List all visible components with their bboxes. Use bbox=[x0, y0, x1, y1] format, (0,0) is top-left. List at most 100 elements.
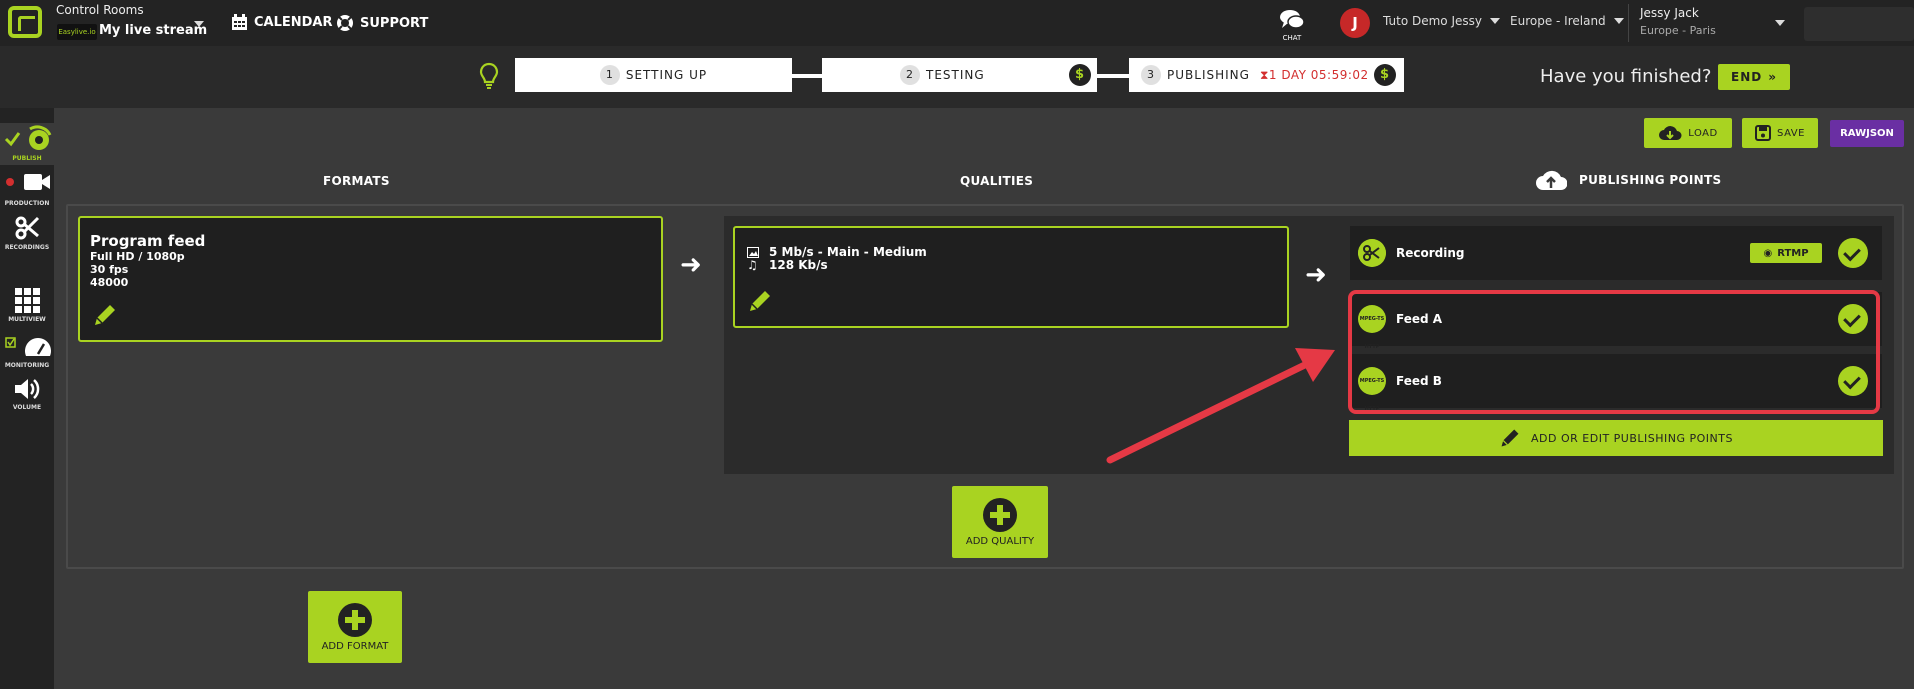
qualities-heading: QUALITIES bbox=[960, 174, 1034, 188]
step-publishing[interactable]: 3 PUBLISHING ⧗1 DAY 05:59:02 $ bbox=[1129, 58, 1404, 92]
format-audio-rate: 48000 bbox=[90, 276, 129, 289]
blurred-area bbox=[1804, 7, 1914, 41]
avatar[interactable]: J bbox=[1340, 8, 1370, 38]
user-dropdown-icon[interactable] bbox=[1775, 20, 1785, 26]
step-setting-up[interactable]: 1 SETTING UP bbox=[515, 58, 792, 92]
chat-icon bbox=[1280, 10, 1305, 29]
publishing-point-label: Recording bbox=[1396, 246, 1465, 260]
check-icon[interactable] bbox=[1838, 238, 1868, 268]
eye-icon: ◉ bbox=[1763, 247, 1773, 259]
chevron-down-icon bbox=[1613, 18, 1624, 24]
calendar-label: CALENDAR bbox=[254, 15, 333, 30]
lifebuoy-icon bbox=[337, 15, 353, 31]
add-edit-publishing-points-button[interactable]: ADD OR EDIT PUBLISHING POINTS bbox=[1349, 420, 1883, 456]
edit-pencil-icon[interactable] bbox=[747, 288, 773, 314]
sidebar-item-recordings[interactable]: RECORDINGS bbox=[0, 214, 54, 254]
stream-dropdown-icon[interactable] bbox=[194, 21, 204, 27]
user-timezone: Europe - Paris bbox=[1640, 24, 1716, 37]
step-number: 3 bbox=[1141, 65, 1161, 85]
top-bar: Control Rooms Easylive.io My live stream… bbox=[0, 0, 1914, 46]
step-label: SETTING UP bbox=[625, 68, 708, 82]
plus-circle-icon bbox=[983, 498, 1017, 532]
support-label: SUPPORT bbox=[360, 15, 429, 31]
rtmp-label: RTMP bbox=[1777, 247, 1809, 259]
scissors-icon bbox=[1358, 239, 1386, 267]
quality-audio: 128 Kb/s bbox=[769, 258, 828, 272]
publish-icon bbox=[4, 125, 52, 150]
step-number: 2 bbox=[900, 65, 920, 85]
rtmp-badge[interactable]: ◉ RTMP bbox=[1750, 243, 1822, 263]
load-button[interactable]: LOAD bbox=[1644, 118, 1732, 148]
step-number: 1 bbox=[599, 65, 620, 85]
lightbulb-icon[interactable] bbox=[479, 62, 499, 90]
dollar-icon: $ bbox=[1374, 64, 1396, 86]
steps-bar: 1 SETTING UP 2 TESTING $ 3 PUBLISHING ⧗1… bbox=[0, 46, 1914, 108]
quality-card[interactable]: 5 Mb/s - Main - Medium ♫ 128 Kb/s bbox=[733, 226, 1289, 328]
sidebar-item-multiview[interactable]: MULTIVIEW bbox=[0, 286, 54, 326]
chevron-down-icon bbox=[1489, 18, 1500, 24]
format-resolution: Full HD / 1080p bbox=[90, 250, 185, 263]
add-format-button[interactable]: ADD FORMAT bbox=[308, 591, 402, 663]
grid-icon bbox=[15, 288, 40, 313]
step-testing[interactable]: 2 TESTING $ bbox=[822, 58, 1097, 92]
step-connector bbox=[792, 74, 822, 78]
save-icon bbox=[1755, 125, 1772, 141]
add-edit-label: ADD OR EDIT PUBLISHING POINTS bbox=[1531, 431, 1733, 445]
step-label: TESTING bbox=[926, 68, 985, 82]
sidebar-label: MULTIVIEW bbox=[8, 316, 46, 323]
format-card[interactable]: Program feed Full HD / 1080p 30 fps 4800… bbox=[78, 216, 663, 342]
hourglass-icon: ⧗ bbox=[1259, 67, 1269, 82]
account-select[interactable]: Tuto Demo Jessy bbox=[1383, 14, 1500, 28]
volume-icon bbox=[15, 379, 40, 399]
end-label: END bbox=[1731, 70, 1763, 84]
arrow-right-icon: ➜ bbox=[1305, 260, 1327, 290]
calendar-link[interactable]: CALENDAR bbox=[231, 14, 333, 31]
cloud-download-icon bbox=[1659, 126, 1682, 140]
support-link[interactable]: SUPPORT bbox=[336, 14, 428, 32]
left-sidebar: PUBLISH PRODUCTION RECORDINGS MULTIVIEW … bbox=[0, 108, 54, 689]
step-label: PUBLISHING bbox=[1167, 68, 1250, 82]
finished-question: Have you finished? bbox=[1540, 66, 1712, 87]
publishing-points-heading: PUBLISHING POINTS bbox=[1535, 168, 1721, 192]
double-chevron-right-icon: » bbox=[1768, 70, 1777, 84]
format-title: Program feed bbox=[90, 232, 206, 250]
brand-logo: Easylive.io bbox=[57, 24, 97, 40]
quality-audio-line: ♫ 128 Kb/s bbox=[747, 259, 1275, 272]
app-logo-icon[interactable] bbox=[8, 6, 42, 38]
chat-button[interactable]: CHAT bbox=[1278, 8, 1306, 42]
sidebar-item-production[interactable]: PRODUCTION bbox=[0, 170, 54, 210]
rawjson-button[interactable]: RAWJSON bbox=[1830, 120, 1904, 147]
sidebar-item-publish[interactable]: PUBLISH bbox=[0, 123, 54, 165]
cloud-upload-icon bbox=[1536, 170, 1567, 190]
sidebar-item-monitoring[interactable]: MONITORING bbox=[0, 332, 54, 372]
add-quality-label: ADD QUALITY bbox=[965, 536, 1035, 547]
region-select[interactable]: Europe - Ireland bbox=[1510, 14, 1624, 28]
music-icon: ♫ bbox=[747, 258, 758, 272]
divider bbox=[1628, 4, 1629, 42]
publishing-timer: ⧗1 DAY 05:59:02 bbox=[1260, 68, 1369, 83]
end-button[interactable]: END » bbox=[1718, 64, 1790, 90]
stream-name[interactable]: My live stream bbox=[99, 23, 207, 38]
plus-circle-icon bbox=[338, 603, 372, 637]
save-button[interactable]: SAVE bbox=[1742, 118, 1818, 148]
sidebar-label: PRODUCTION bbox=[4, 200, 50, 207]
sidebar-item-volume[interactable]: VOLUME bbox=[0, 376, 54, 416]
video-camera-icon bbox=[6, 174, 50, 190]
timer-value: 1 DAY 05:59:02 bbox=[1268, 67, 1369, 82]
add-format-label: ADD FORMAT bbox=[321, 641, 389, 652]
publishing-points-label: PUBLISHING POINTS bbox=[1579, 173, 1722, 187]
publishing-point-recording[interactable]: Recording ◉ RTMP bbox=[1350, 226, 1882, 280]
sidebar-label: PUBLISH bbox=[12, 155, 42, 162]
highlight-box bbox=[1348, 290, 1880, 414]
add-quality-button[interactable]: ADD QUALITY bbox=[952, 486, 1048, 558]
user-name[interactable]: Jessy Jack bbox=[1640, 6, 1699, 20]
step-connector bbox=[1097, 74, 1129, 78]
account-label: Tuto Demo Jessy bbox=[1383, 14, 1482, 28]
arrow-right-icon: ➜ bbox=[680, 250, 702, 280]
region-label: Europe - Ireland bbox=[1510, 14, 1606, 28]
app-title: Control Rooms bbox=[56, 3, 144, 17]
format-fps: 30 fps bbox=[90, 263, 129, 276]
edit-pencil-icon[interactable] bbox=[92, 302, 118, 328]
dollar-icon: $ bbox=[1069, 64, 1091, 86]
save-label: SAVE bbox=[1777, 127, 1805, 139]
